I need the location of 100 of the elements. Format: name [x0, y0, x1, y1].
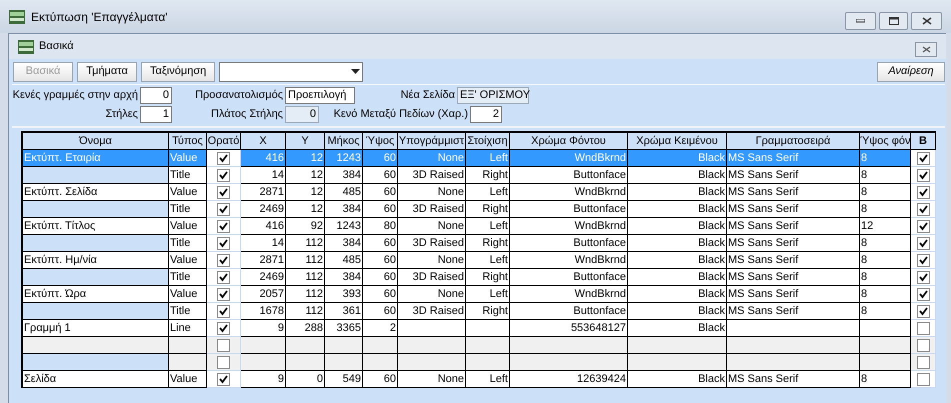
table-cell-text: 384 — [342, 236, 361, 251]
checkbox[interactable] — [916, 168, 930, 182]
input-field[interactable]: 0 — [140, 87, 172, 104]
table-row[interactable]: Title 14 112 384 60 3D Raised Right Buttonface Black MS Sans Serif 8 — [23, 235, 936, 252]
column-header[interactable]: Y — [286, 133, 325, 150]
table-cell-text: 485 — [342, 185, 361, 200]
table-row[interactable]: Title 14 12 384 60 3D Raised Right Buttonface Black MS Sans Serif 8 — [23, 167, 936, 184]
table-cell-text: 9 — [278, 372, 284, 387]
table-cell-text: Title — [170, 168, 190, 183]
table-row[interactable] — [23, 354, 936, 371]
column-header[interactable]: Γραμματοσειρά — [727, 133, 860, 150]
table-row[interactable]: Title 2469 112 384 60 3D Raised Right Buttonface Black MS Sans Serif 8 — [23, 269, 936, 286]
toolbar-button[interactable]: Ταξινόμηση — [141, 62, 216, 82]
close-button[interactable] — [911, 12, 942, 30]
table-row[interactable]: Εκτύπτ. Σελίδα Value 2871 12 485 60 None Left WndBkrnd Black MS Sans Serif 8 — [23, 184, 936, 201]
panel-title: Βασικά — [39, 39, 74, 54]
checkbox[interactable] — [916, 186, 930, 198]
table-cell-text: Left — [490, 253, 508, 268]
table-row[interactable]: Εκτύπτ. Ημ/νία Value 2871 112 485 60 None Left WndBkrnd Black MS Sans Serif 8 — [23, 252, 936, 269]
input-field[interactable]: Προεπιλογή — [285, 87, 355, 104]
checkbox[interactable] — [916, 322, 930, 334]
checkbox[interactable] — [916, 270, 930, 284]
table-cell-text: Left — [490, 287, 508, 302]
checkbox[interactable] — [916, 356, 930, 368]
column-header[interactable]: Ορατό — [207, 133, 241, 150]
checkbox[interactable] — [217, 304, 230, 318]
panel-close-button[interactable] — [915, 42, 937, 57]
checkbox[interactable] — [217, 202, 230, 216]
table-cell-text: 2469 — [260, 202, 284, 217]
checkbox[interactable] — [916, 338, 930, 352]
maximize-button[interactable] — [879, 12, 908, 30]
checkbox[interactable] — [916, 236, 930, 250]
table-row[interactable]: Title 2469 12 384 60 3D Raised Right Buttonface Black MS Sans Serif 8 — [23, 201, 936, 218]
checkbox[interactable] — [916, 288, 930, 300]
checkbox[interactable] — [217, 186, 230, 198]
table-row[interactable] — [23, 337, 936, 354]
checkbox[interactable] — [217, 168, 230, 182]
table-cell-text: 9 — [278, 321, 284, 336]
minimize-button[interactable] — [845, 12, 876, 30]
checkbox[interactable] — [217, 356, 230, 368]
table-cell-text: 8 — [861, 168, 868, 183]
column-header[interactable]: X — [241, 133, 286, 150]
column-header[interactable]: Στοίχιση — [466, 133, 510, 150]
table-cell-text: None — [438, 287, 464, 302]
checkbox[interactable] — [217, 254, 230, 266]
column-header[interactable]: Τύπος — [169, 133, 207, 150]
input-field: 0 — [285, 106, 319, 123]
table-cell-text: Buttonface — [573, 168, 626, 183]
checkbox[interactable] — [916, 304, 930, 318]
checkbox[interactable] — [217, 152, 230, 164]
table-cell-text: Right — [482, 236, 508, 251]
caret-icon — [351, 69, 360, 74]
toolbar-button[interactable]: Τμήματα — [77, 62, 137, 82]
column-header[interactable]: Όνομα — [23, 133, 169, 150]
table-cell-text: 3D Raised — [412, 270, 464, 285]
table-cell-text: 3365 — [336, 321, 361, 336]
checkbox[interactable] — [217, 220, 230, 232]
column-header[interactable]: Χρώμα Φόντου — [510, 133, 628, 150]
table-cell-text: Εκτύπτ. Τίτλος — [24, 219, 96, 234]
column-header[interactable]: Μήκος — [325, 133, 363, 150]
undo-button[interactable]: Αναίρεση — [877, 62, 945, 82]
column-header[interactable]: Ύψος — [363, 133, 398, 150]
table-cell-text: Left — [490, 372, 508, 387]
table-cell-text: 1243 — [336, 219, 361, 234]
dropdown[interactable] — [219, 62, 364, 82]
table-row[interactable]: Σελίδα Value 9 0 549 60 None Left 12639424 Black MS Sans Serif 8 — [23, 371, 936, 388]
checkbox[interactable] — [217, 270, 230, 284]
table-row[interactable]: Title 1678 112 361 60 3D Raised Right Buttonface Black MS Sans Serif 8 — [23, 303, 936, 320]
checkbox[interactable] — [916, 220, 930, 232]
checkbox[interactable] — [217, 338, 230, 352]
table-cell-text: 1243 — [336, 151, 361, 166]
checkbox[interactable] — [217, 288, 230, 300]
table-cell-text: MS Sans Serif — [728, 185, 798, 200]
table-row[interactable]: Εκτύπτ. Τίτλος Value 416 92 1243 80 None Left WndBkrnd Black MS Sans Serif 12 — [23, 218, 936, 235]
input-field[interactable]: 1 — [140, 106, 172, 123]
table-cell-text: Buttonface — [573, 304, 626, 319]
checkbox[interactable] — [217, 236, 230, 250]
app-icon — [18, 40, 34, 54]
table-cell-text: 60 — [384, 202, 396, 217]
app-icon — [9, 10, 25, 24]
column-header[interactable]: B — [911, 133, 936, 150]
checkbox[interactable] — [916, 372, 930, 386]
table-cell-text: 416 — [266, 151, 284, 166]
checkbox[interactable] — [217, 322, 230, 334]
table-cell-text: Right — [482, 202, 508, 217]
column-header[interactable]: Χρώμα Κειμένου — [628, 133, 727, 150]
table-cell-text: 112 — [305, 270, 323, 285]
checkbox[interactable] — [916, 202, 930, 216]
table-cell-text: Title — [170, 202, 190, 217]
column-header[interactable]: Υπογράμμιστ — [398, 133, 466, 150]
table-row[interactable]: Γραμμή 1 Line 9 288 3365 2 553648127 Black — [23, 320, 936, 337]
table-row[interactable]: Εκτύπτ. Ώρα Value 2057 112 393 60 None Left WndBkrnd Black MS Sans Serif 8 — [23, 286, 936, 303]
table-cell-text: 8 — [861, 287, 868, 302]
table-cell-text: 8 — [861, 151, 868, 166]
checkbox[interactable] — [217, 372, 230, 386]
column-header[interactable]: Ύψος φόν — [860, 133, 911, 150]
table-cell-text: Title — [170, 270, 190, 285]
input-field[interactable]: 2 — [470, 106, 502, 123]
checkbox[interactable] — [916, 152, 930, 164]
checkbox[interactable] — [916, 254, 930, 266]
